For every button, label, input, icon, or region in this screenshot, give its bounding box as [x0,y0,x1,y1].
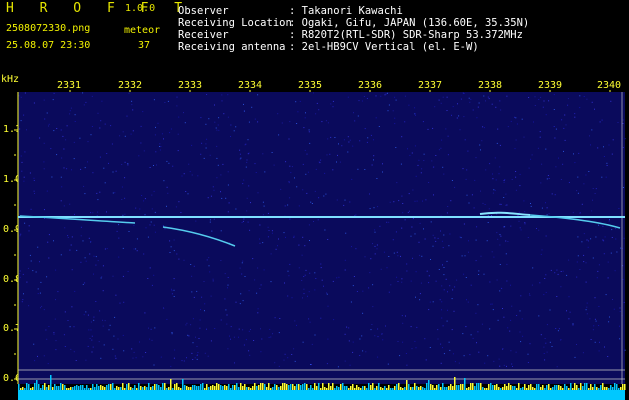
meteor-count: 37 [138,40,151,51]
file-datetime: 25.08.07 23:30 [6,40,91,51]
location-label: Receiving Location [178,17,292,29]
antenna-value: : 2el-HB9CV Vertical (el. E-W) [289,41,479,53]
spectrogram-background [18,92,625,384]
meteor-label: meteor [124,25,161,36]
spectrogram [14,90,626,400]
location-value: : Ogaki, Gifu, JAPAN (136.60E, 35.35N) [289,17,530,29]
header: H R O F F T 1.0.0 2508072330.png 25.08.0… [0,0,629,78]
observer-label: Observer [178,5,229,17]
antenna-label: Receiving antenna [178,41,286,53]
receiver-value: : R820T2(RTL-SDR) SDR-Sharp 53.372MHz [289,29,523,41]
app-version: 1.0.0 [125,3,156,14]
receiver-label: Receiver [178,29,229,41]
app-logo: H R O F F T [6,1,192,16]
observer-value: : Takanori Kawachi [289,5,403,17]
file-name: 2508072330.png [6,23,91,34]
